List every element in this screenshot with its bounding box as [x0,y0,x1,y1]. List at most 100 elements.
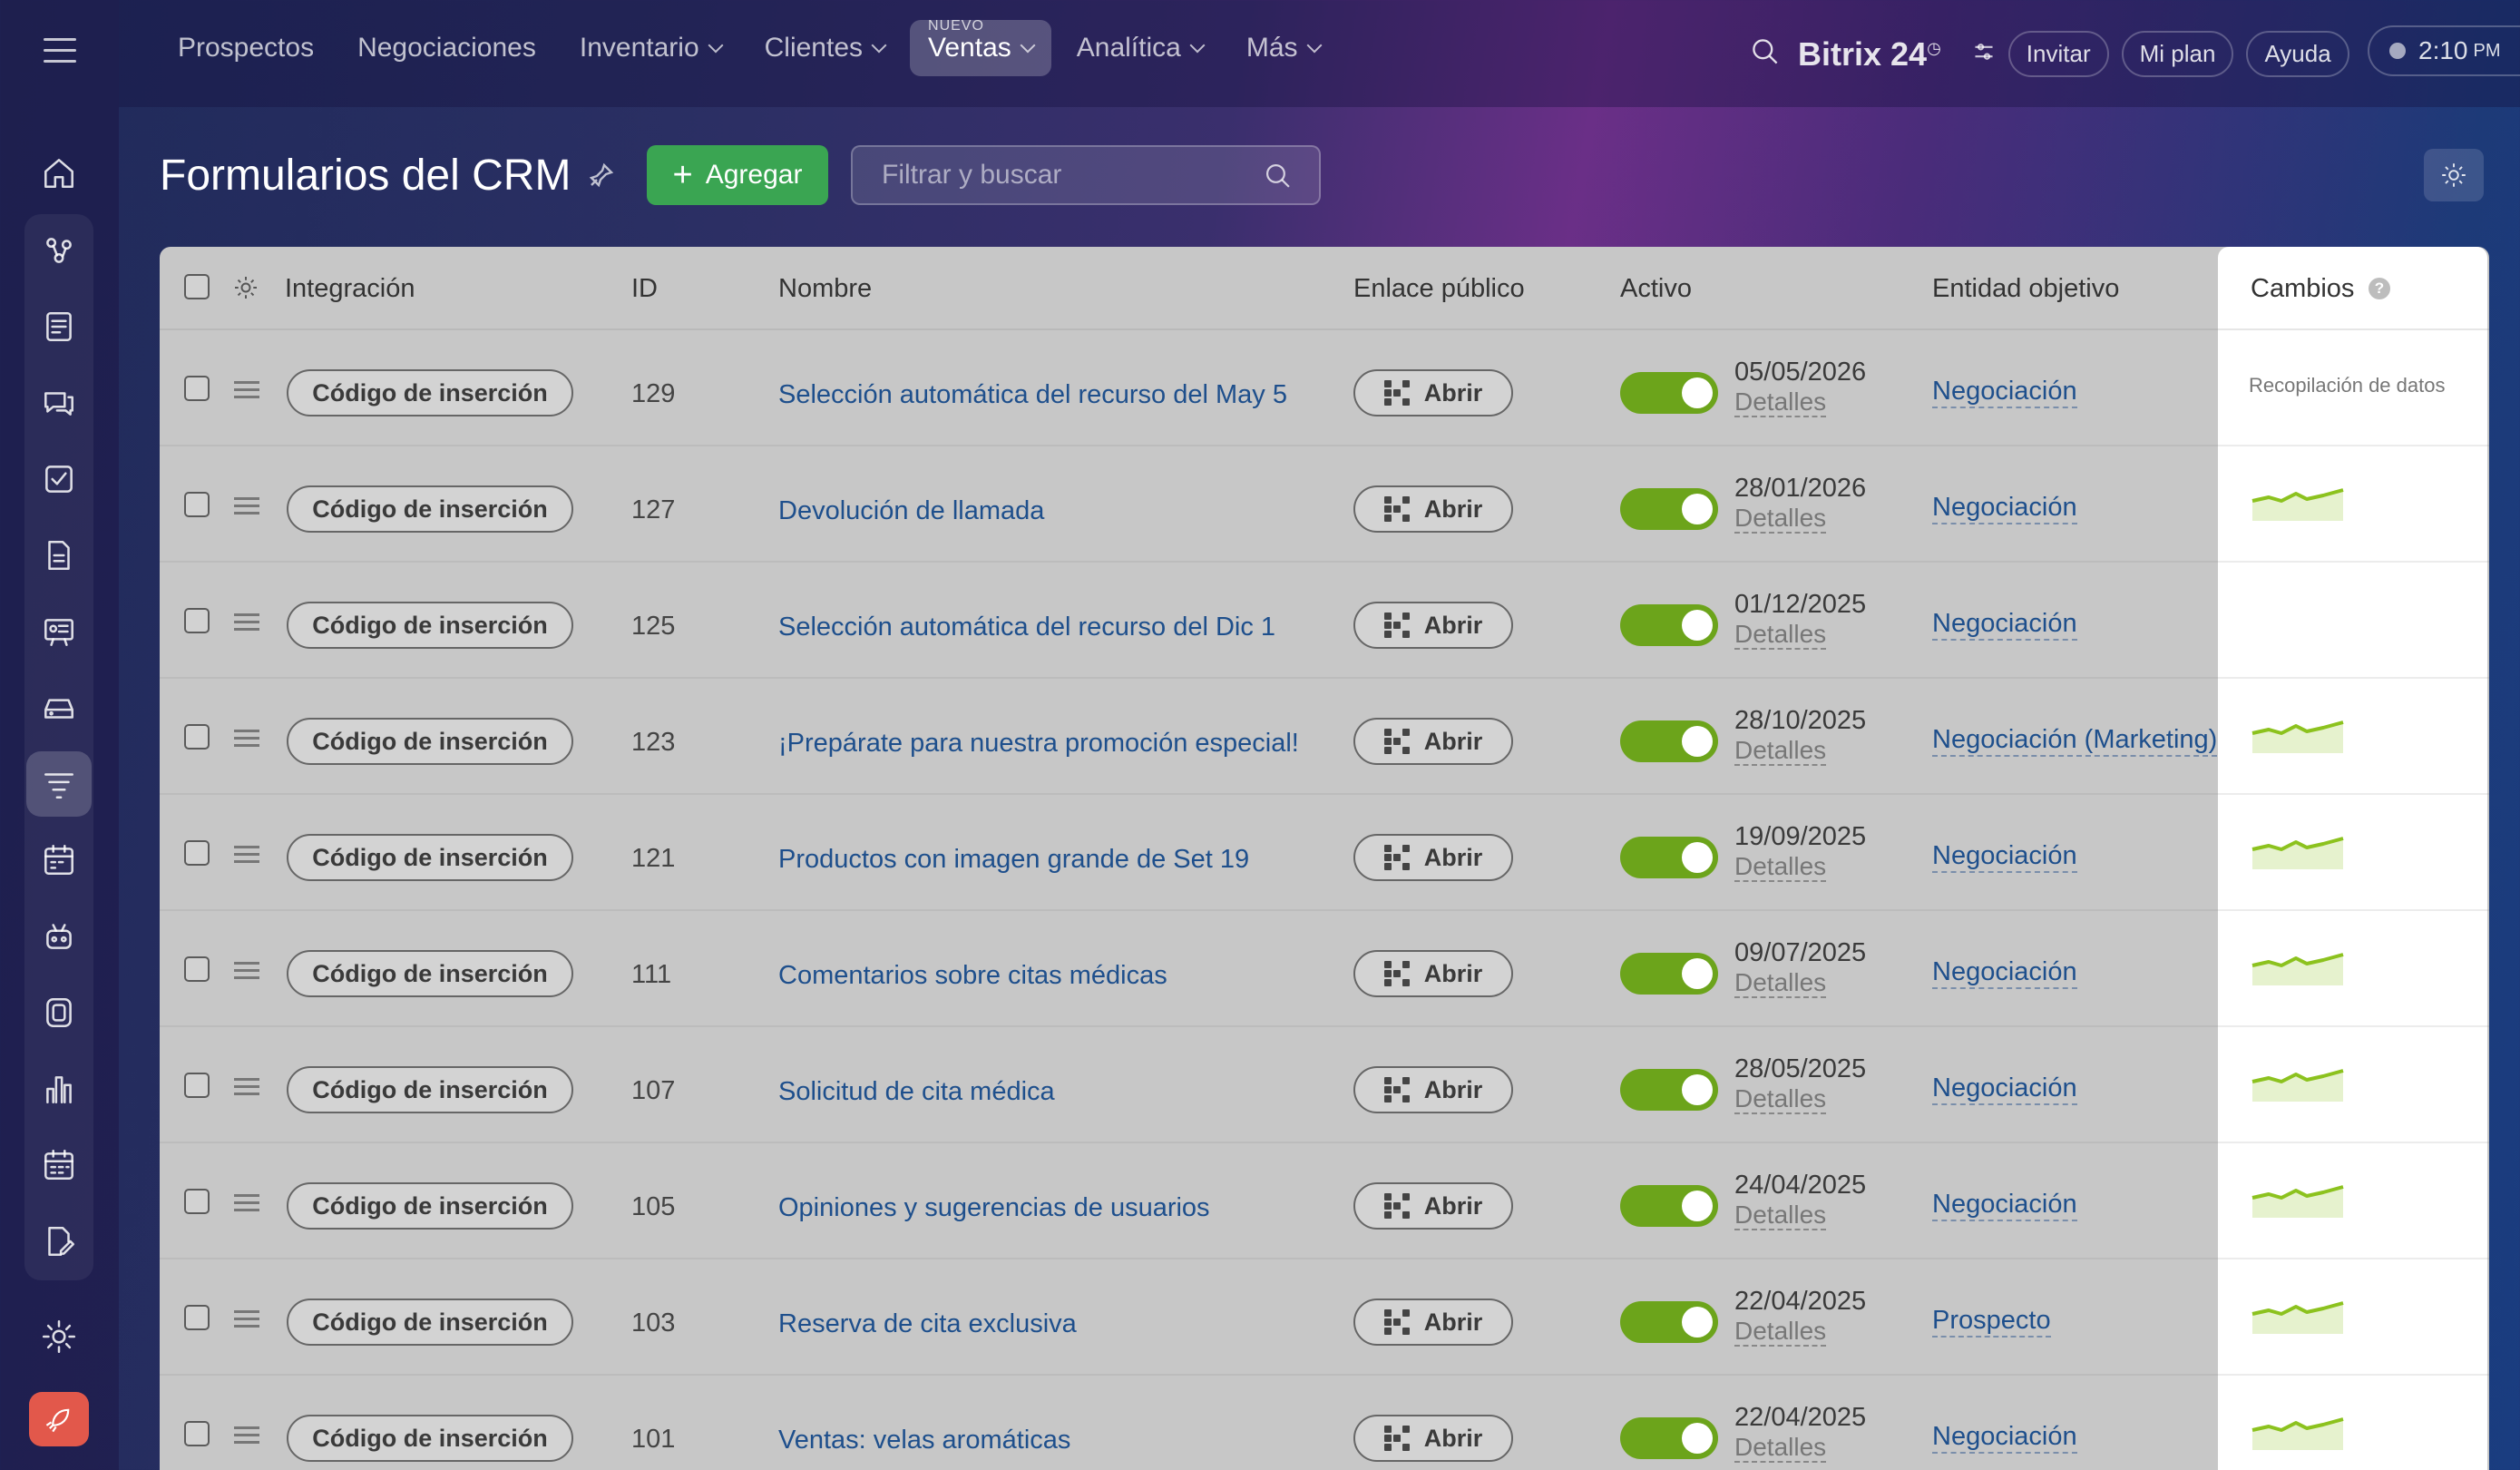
row-checkbox[interactable] [184,1189,210,1214]
form-name-link[interactable]: Solicitud de cita médica [778,1076,1304,1107]
column-header-id[interactable]: ID [631,274,658,304]
target-entity-link[interactable]: Negociación [1932,376,2077,408]
drag-handle-icon[interactable] [234,846,259,867]
details-link[interactable]: Detalles [1734,737,1827,766]
analytics-icon[interactable] [26,1056,92,1122]
form-name-link[interactable]: Devolución de llamada [778,495,1304,526]
integration-button[interactable]: Código de inserción [287,1182,573,1230]
open-public-link-button[interactable]: Abrir [1353,1298,1513,1346]
nav-item-mas[interactable]: Más [1246,33,1323,64]
target-entity-link[interactable]: Negociación [1932,840,2077,873]
row-checkbox[interactable] [184,956,210,982]
drag-handle-icon[interactable] [234,1078,259,1100]
column-header-target[interactable]: Entidad objetivo [1932,274,2119,304]
details-link[interactable]: Detalles [1734,1434,1827,1463]
table-row[interactable]: Código de inserción 111 Comentarios sobre … [160,911,2489,1027]
open-public-link-button[interactable]: Abrir [1353,485,1513,533]
feed-icon[interactable] [26,218,92,283]
page-settings-button[interactable] [2424,149,2484,201]
contact-center-icon[interactable] [26,980,92,1045]
column-header-public-link[interactable]: Enlace público [1353,274,1525,304]
open-public-link-button[interactable]: Abrir [1353,834,1513,881]
open-public-link-button[interactable]: Abrir [1353,718,1513,765]
details-link[interactable]: Detalles [1734,969,1827,998]
row-checkbox[interactable] [184,376,210,401]
details-link[interactable]: Detalles [1734,505,1827,534]
drive-icon[interactable] [26,675,92,740]
nav-item-inventario[interactable]: Inventario [580,33,724,64]
active-toggle[interactable] [1620,1185,1718,1227]
form-name-link[interactable]: Ventas: velas aromáticas [778,1425,1304,1455]
details-link[interactable]: Detalles [1734,1201,1827,1230]
details-link[interactable]: Detalles [1734,621,1827,650]
crm-funnel-icon[interactable] [26,751,92,817]
active-toggle[interactable] [1620,604,1718,646]
integration-button[interactable]: Código de inserción [287,1066,573,1113]
details-link[interactable]: Detalles [1734,1318,1827,1347]
table-row[interactable]: Código de inserción 103 Reserva de cita ex… [160,1259,2489,1376]
sign-document-icon[interactable] [26,1209,92,1274]
settings-gear-icon[interactable] [26,1304,92,1369]
row-checkbox[interactable] [184,492,210,517]
open-public-link-button[interactable]: Abrir [1353,950,1513,997]
active-toggle[interactable] [1620,1417,1718,1459]
open-public-link-button[interactable]: Abrir [1353,1182,1513,1230]
add-button[interactable]: + Agregar [647,145,828,205]
nav-item-analitica[interactable]: Analítica [1077,33,1206,64]
integration-button[interactable]: Código de inserción [287,1415,573,1462]
document-icon[interactable] [26,294,92,359]
help-button[interactable]: Ayuda [2246,31,2349,77]
table-row[interactable]: Código de inserción 129 Selección automáti… [160,330,2489,446]
drag-handle-icon[interactable] [234,497,259,519]
my-plan-button[interactable]: Mi plan [2121,31,2234,77]
active-toggle[interactable] [1620,372,1718,414]
form-name-link[interactable]: Productos con imagen grande de Set 19 [778,844,1304,875]
brand-logo[interactable]: Bitrix 24◷ [1798,35,1941,74]
target-entity-link[interactable]: Negociación [1932,956,2077,989]
target-entity-link[interactable]: Negociación [1932,1421,2077,1454]
drag-handle-icon[interactable] [234,962,259,984]
training-icon[interactable] [26,599,92,664]
table-row[interactable]: Código de inserción 105 Opiniones y sugere… [160,1143,2489,1259]
open-public-link-button[interactable]: Abrir [1353,1066,1513,1113]
drag-handle-icon[interactable] [234,1426,259,1448]
target-entity-link[interactable]: Negociación [1932,1073,2077,1105]
help-icon[interactable]: ? [2369,278,2390,299]
nav-item-negociaciones[interactable]: Negociaciones [357,33,536,64]
target-entity-link[interactable]: Negociación [1932,492,2077,524]
nav-item-prospectos[interactable]: Prospectos [178,33,314,64]
active-toggle[interactable] [1620,488,1718,530]
details-link[interactable]: Detalles [1734,853,1827,882]
column-header-name[interactable]: Nombre [778,274,872,304]
open-public-link-button[interactable]: Abrir [1353,369,1513,416]
column-header-integration[interactable]: Integración [285,274,415,304]
clock-widget[interactable]: 2:10 PM [2368,25,2520,76]
details-link[interactable]: Detalles [1734,388,1827,417]
form-name-link[interactable]: ¡Prepárate para nuestra promoción especi… [778,728,1304,759]
active-toggle[interactable] [1620,720,1718,762]
nav-item-clientes[interactable]: Clientes [765,33,887,64]
form-name-link[interactable]: Reserva de cita exclusiva [778,1308,1304,1339]
home-icon[interactable] [26,141,92,206]
integration-button[interactable]: Código de inserción [287,485,573,533]
row-checkbox[interactable] [184,1305,210,1330]
invite-button[interactable]: Invitar [2007,31,2109,77]
integration-button[interactable]: Código de inserción [287,718,573,765]
drag-handle-icon[interactable] [234,381,259,403]
drag-handle-icon[interactable] [234,613,259,635]
chat-icon[interactable] [26,370,92,436]
drag-handle-icon[interactable] [234,1194,259,1216]
integration-button[interactable]: Código de inserción [287,369,573,416]
drag-handle-icon[interactable] [234,730,259,751]
row-checkbox[interactable] [184,608,210,633]
tasks-icon[interactable] [26,446,92,512]
target-entity-link[interactable]: Negociación [1932,608,2077,641]
rocket-icon[interactable] [29,1392,89,1446]
file-icon[interactable] [26,523,92,588]
form-name-link[interactable]: Opiniones y sugerencias de usuarios [778,1192,1304,1223]
column-header-active[interactable]: Activo [1620,274,1692,304]
table-row[interactable]: Código de inserción 125 Selección automáti… [160,563,2489,679]
nav-item-ventas[interactable]: NUEVO Ventas [910,18,1051,76]
row-checkbox[interactable] [184,840,210,866]
active-toggle[interactable] [1620,837,1718,878]
